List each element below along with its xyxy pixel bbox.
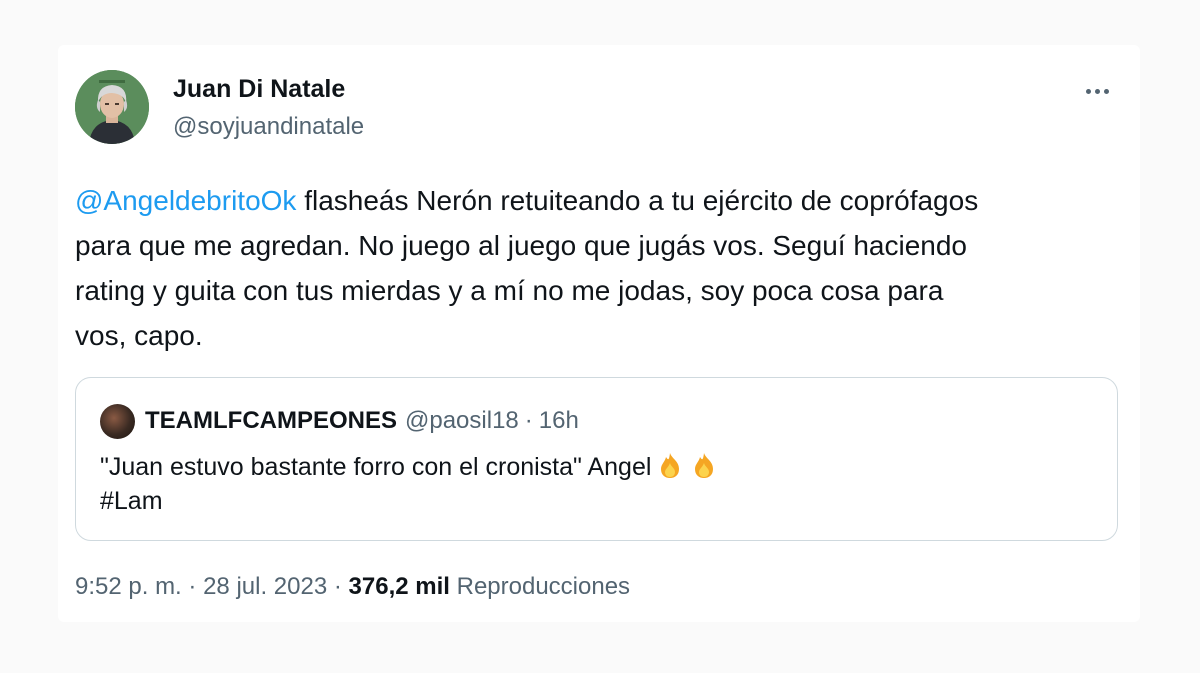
mention-link[interactable]: @AngeldebritoOk xyxy=(75,185,296,216)
tweet-text-line-4: vos, capo. xyxy=(75,320,203,351)
avatar-illustration-icon xyxy=(75,70,149,144)
quoted-tweet[interactable]: TEAMLFCAMPEONES @paosil18 · 16h "Juan es… xyxy=(75,377,1118,541)
author-name[interactable]: Juan Di Natale xyxy=(173,75,345,104)
fire-icon xyxy=(695,453,714,478)
views-label[interactable]: Reproducciones xyxy=(457,573,630,600)
quoted-author-handle[interactable]: @paosil18 xyxy=(405,407,519,435)
tweet-text-line-1-rest: flasheás Nerón retuiteando a tu ejército… xyxy=(296,185,979,216)
views-count[interactable]: 376,2 mil xyxy=(349,573,450,600)
tweet-header: Juan Di Natale @soyjuandinatale xyxy=(75,69,1125,149)
quoted-hashtag[interactable]: #Lam xyxy=(100,484,719,518)
author-avatar[interactable] xyxy=(75,70,149,144)
quoted-text-line-1-content: "Juan estuvo bastante forro con el croni… xyxy=(100,453,652,481)
tweet-card: Juan Di Natale @soyjuandinatale @Angelde… xyxy=(58,45,1140,622)
more-dot xyxy=(1103,88,1109,94)
more-options-icon[interactable] xyxy=(1077,73,1117,109)
tweet-text-line-3: rating y guita con tus mierdas y a mí no… xyxy=(75,275,944,306)
tweet-text-line-1: @AngeldebritoOk flasheás Nerón retuitean… xyxy=(75,178,1125,223)
quoted-author-name[interactable]: TEAMLFCAMPEONES xyxy=(145,407,397,435)
more-dot xyxy=(1085,88,1091,94)
quoted-text-line-1: "Juan estuvo bastante forro con el croni… xyxy=(100,450,719,484)
quoted-tweet-text: "Juan estuvo bastante forro con el croni… xyxy=(100,450,719,518)
tweet-date[interactable]: 28 jul. 2023 xyxy=(203,573,327,600)
tweet-time[interactable]: 9:52 p. m. xyxy=(75,573,182,600)
quoted-timestamp[interactable]: 16h xyxy=(539,407,579,435)
meta-separator: · xyxy=(333,573,342,600)
tweet-text-line-2: para que me agredan. No juego al juego q… xyxy=(75,230,967,261)
quoted-author-avatar[interactable] xyxy=(100,403,135,439)
quoted-tweet-header: TEAMLFCAMPEONES @paosil18 · 16h xyxy=(100,402,579,440)
author-handle[interactable]: @soyjuandinatale xyxy=(173,113,364,141)
meta-separator: · xyxy=(188,573,197,600)
fire-icon xyxy=(661,453,680,478)
more-dot xyxy=(1094,88,1100,94)
tweet-meta: 9:52 p. m. · 28 jul. 2023 · 376,2 mil Re… xyxy=(75,573,630,601)
quoted-separator: · xyxy=(524,407,533,434)
tweet-text: @AngeldebritoOk flasheás Nerón retuitean… xyxy=(75,178,1125,358)
